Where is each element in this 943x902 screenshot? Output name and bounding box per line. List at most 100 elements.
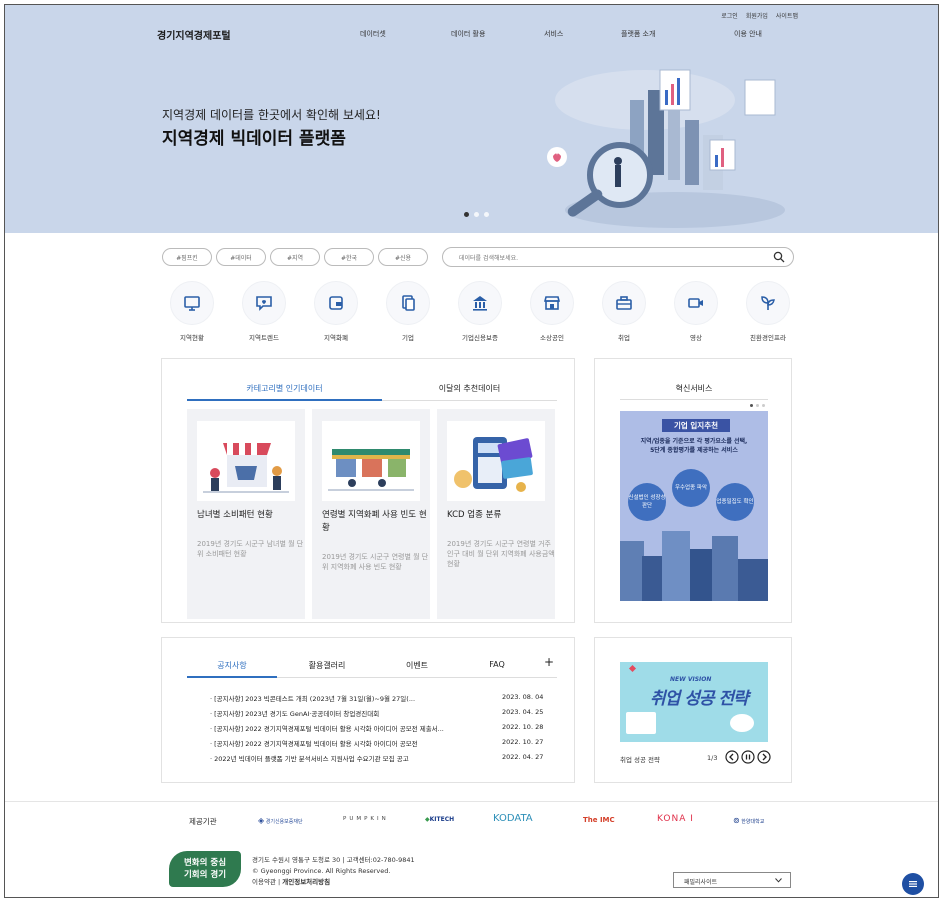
- tab-category-popular[interactable]: 카테고리별 인기데이터: [187, 383, 382, 394]
- join-link[interactable]: 회원가입: [746, 11, 768, 20]
- notice-item[interactable]: · [공지사항] 2023년 경기도 GenAI·공공데이터 창업경진대회 202…: [210, 708, 580, 718]
- partner-logo-kodata[interactable]: KODATA: [493, 813, 533, 824]
- nav-guide[interactable]: 이용 안내: [734, 29, 762, 39]
- hero-subtitle: 지역경제 데이터를 한곳에서 확인해 보세요!: [162, 108, 381, 122]
- sitemap-link[interactable]: 사이트맵: [776, 11, 798, 20]
- notice-item[interactable]: · 2022년 빅데이터 플랫폼 기반 분석서비스 지원사업 수요기관 모집 공…: [210, 753, 580, 763]
- nav-platform-intro[interactable]: 플랫폼 소개: [621, 29, 655, 39]
- prev-icon[interactable]: [725, 750, 739, 764]
- category-local-currency[interactable]: 지역화폐: [306, 281, 366, 342]
- pause-icon[interactable]: [741, 750, 755, 764]
- partner-logo-gcgf[interactable]: ◈ 경기신용보증재단: [258, 816, 303, 825]
- shop-illustration: [203, 443, 289, 493]
- data-card[interactable]: 연령별 지역화폐 사용 빈도 현황 2019년 경기도 시군구 연령별 월 단위…: [312, 409, 430, 619]
- next-icon[interactable]: [757, 750, 771, 764]
- carousel-dot-2[interactable]: [474, 212, 479, 217]
- tab-divider: [382, 400, 557, 401]
- nav-data-usage[interactable]: 데이터 활용: [451, 29, 485, 39]
- partner-logo-imc[interactable]: The IMC: [583, 816, 615, 824]
- video-caption: 취업 성공 전략: [620, 756, 661, 764]
- decor-chart: [730, 714, 754, 732]
- category-label: 기업신용보증: [462, 334, 498, 342]
- family-site-select[interactable]: 패밀리사이트: [673, 872, 791, 888]
- partner-logo-pumpkin[interactable]: PUMPKIN: [343, 816, 389, 822]
- innovation-title: 혁신서비스: [675, 384, 713, 393]
- category-company[interactable]: 기업: [378, 281, 438, 342]
- chat-heart-icon: [256, 296, 272, 311]
- hashtag-chip[interactable]: #지역: [270, 248, 320, 266]
- hashtag-chip[interactable]: #신용: [378, 248, 428, 266]
- hashtag-list: #핌프킨 #데이터 #지역 #한국 #신용: [162, 248, 428, 266]
- tab-gallery[interactable]: 활용갤러리: [287, 660, 367, 671]
- tab-event[interactable]: 이벤트: [377, 660, 457, 671]
- footer: 변화의 중심 기회의 경기 경기도 수원시 영통구 도청로 30 | 고객센터:…: [5, 841, 938, 897]
- site-logo[interactable]: 경기지역경제포털: [157, 27, 231, 42]
- footer-info: 경기도 수원시 영통구 도청로 30 | 고객센터:02-780-9841 © …: [252, 855, 415, 888]
- innovation-service-panel: 혁신서비스 기업 입지추천 지역/업종을 기준으로 각 평가요소를 선택, 5단…: [594, 358, 792, 623]
- notice-title: [공지사항] 2023 빅콘테스트 개최 (2023년 7월 31일(월)~9월…: [214, 695, 416, 703]
- card-description: 2019년 경기도 시군구 연령별 월 단위 지역화폐 사용 빈도 현황: [322, 553, 429, 571]
- category-credit-guarantee[interactable]: 기업신용보증: [450, 281, 510, 342]
- floating-menu-button[interactable]: [902, 873, 924, 895]
- slide-dot-3[interactable]: [762, 404, 765, 407]
- active-tab-indicator: [187, 399, 382, 401]
- category-label: 지역현황: [180, 334, 204, 342]
- hashtag-chip[interactable]: #핌프킨: [162, 248, 212, 266]
- category-small-business[interactable]: 소상공인: [522, 281, 582, 342]
- notice-date: 2022. 10. 27: [502, 738, 544, 746]
- partner-name: 한양대학교: [741, 819, 765, 825]
- terms-link[interactable]: 이용약관: [252, 878, 276, 886]
- notice-item[interactable]: · [공지사항] 2023 빅콘테스트 개최 (2023년 7월 31일(월)~…: [210, 693, 580, 703]
- document-copy-icon: [402, 295, 415, 311]
- data-card[interactable]: 남녀별 소비패턴 현황 2019년 경기도 시군구 남녀별 월 단위 소비패턴 …: [187, 409, 305, 619]
- location-recommend-banner[interactable]: 기업 입지추천 지역/업종을 기준으로 각 평가요소를 선택, 5단계 종합평가…: [620, 411, 768, 601]
- partner-logo-hanyang[interactable]: ⊚ 한양대학교: [733, 816, 764, 825]
- notice-item[interactable]: · [공지사항] 2022 경기지역경제포털 빅데이터 활용 시각화 아이디어 …: [210, 723, 580, 733]
- category-regional-status[interactable]: 지역현황: [162, 281, 222, 342]
- card-thumbnail: [197, 421, 295, 501]
- slide-dot-2[interactable]: [756, 404, 759, 407]
- partner-logo-kitech[interactable]: ◆KITECH: [425, 816, 454, 823]
- tab-faq[interactable]: FAQ: [457, 660, 537, 669]
- video-thumbnail[interactable]: NEW VISION 취업 성공 전략: [620, 662, 768, 742]
- category-employment[interactable]: 취업: [594, 281, 654, 342]
- category-eco-infra[interactable]: 친환경인프라: [738, 281, 798, 342]
- search-input[interactable]: [457, 252, 761, 265]
- partner-logo-konai[interactable]: KONA I: [657, 814, 694, 824]
- chevron-down-icon: [775, 878, 782, 883]
- hashtag-chip[interactable]: #한국: [324, 248, 374, 266]
- carousel-dot-1[interactable]: [464, 212, 469, 217]
- carousel-dots: [464, 212, 489, 217]
- partners-label: 제공기관: [189, 817, 217, 826]
- banner-desc-line1: 지역/업종을 기준으로 각 평가요소를 선택,: [640, 438, 748, 445]
- nav-service[interactable]: 서비스: [544, 29, 563, 39]
- category-video[interactable]: 영상: [666, 281, 726, 342]
- briefcase-icon: [616, 296, 632, 310]
- notice-item[interactable]: · [공지사항] 2022 경기지역경제포털 빅데이터 활용 시각화 아이디어 …: [210, 738, 580, 748]
- notice-date: 2022. 10. 28: [502, 723, 544, 731]
- category-label: 지역화폐: [324, 334, 348, 342]
- notice-title: [공지사항] 2023년 경기도 GenAI·공공데이터 창업경진대회: [214, 710, 380, 718]
- card-description: 2019년 경기도 시군구 남녀별 월 단위 소비패턴 현황: [197, 540, 304, 558]
- search-icon[interactable]: [773, 251, 785, 263]
- nav-dataset[interactable]: 데이터셋: [360, 29, 386, 39]
- title-divider: [620, 399, 768, 400]
- privacy-link[interactable]: 개인정보처리방침: [282, 878, 330, 886]
- market-illustration: [328, 449, 414, 491]
- presentation-board-icon: [184, 296, 200, 311]
- data-card[interactable]: KCD 업종 분류 2019년 경기도 시군구 연령별 거주인구 대비 월 단위…: [437, 409, 555, 619]
- tab-monthly-recommend[interactable]: 이달의 추천데이터: [382, 383, 557, 394]
- carousel-dot-3[interactable]: [484, 212, 489, 217]
- tab-notice[interactable]: 공지사항: [187, 660, 277, 671]
- hashtag-chip[interactable]: #데이터: [216, 248, 266, 266]
- slide-dot-1[interactable]: [750, 404, 753, 407]
- more-button[interactable]: +: [542, 655, 556, 669]
- login-link[interactable]: 로그인: [721, 11, 738, 20]
- category-label: 영상: [690, 334, 702, 342]
- slogan-line1: 변화의 중심: [183, 858, 227, 868]
- category-regional-trend[interactable]: 지역트렌드: [234, 281, 294, 342]
- city-buildings-illustration: [620, 531, 768, 601]
- page: 로그인 회원가입 사이트맵 경기지역경제포털 데이터셋 데이터 활용 서비스 플…: [4, 4, 939, 898]
- card-description: 2019년 경기도 시군구 연령별 거주인구 대비 월 단위 지역화폐 사용금액…: [447, 540, 555, 568]
- partner-strip: 제공기관 ◈ 경기신용보증재단 PUMPKIN ◆KITECH KODATA T…: [5, 801, 938, 842]
